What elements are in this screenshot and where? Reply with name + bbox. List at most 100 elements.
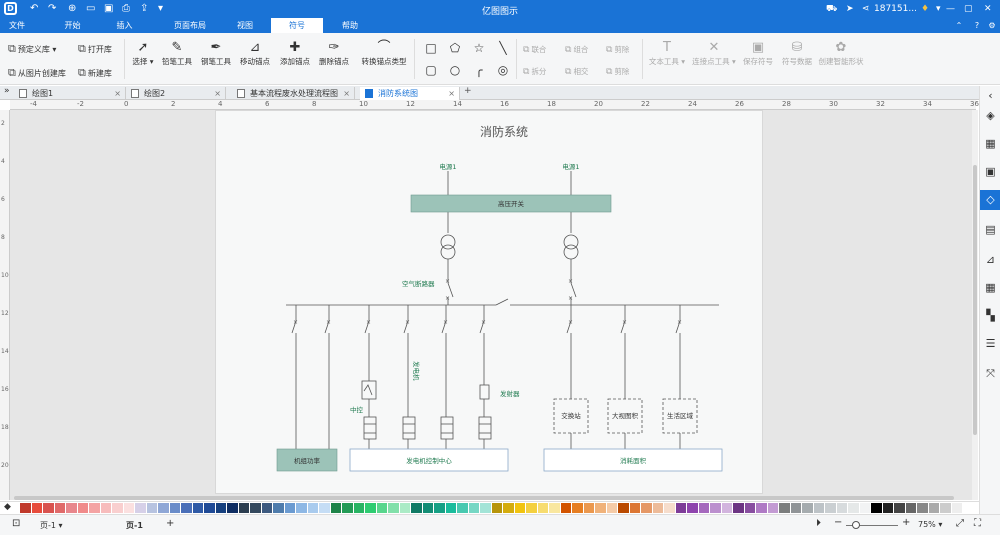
color-swatch[interactable] bbox=[595, 503, 606, 513]
color-swatch[interactable] bbox=[940, 503, 951, 513]
color-swatch[interactable] bbox=[618, 503, 629, 513]
combine-button[interactable]: ⧉ 组合 bbox=[565, 44, 588, 55]
color-swatch[interactable] bbox=[963, 503, 974, 513]
spiral-icon[interactable]: ◎ bbox=[496, 63, 510, 77]
color-swatch[interactable] bbox=[238, 503, 250, 513]
arc-icon[interactable]: ╭ bbox=[472, 63, 486, 77]
vip-icon[interactable]: ♦ bbox=[921, 3, 929, 15]
page-tab[interactable]: 页-1 bbox=[126, 520, 143, 531]
dropdown-icon[interactable]: ▾ bbox=[936, 3, 941, 15]
color-swatch[interactable] bbox=[181, 503, 192, 513]
color-swatch[interactable] bbox=[457, 503, 468, 513]
color-swatch[interactable] bbox=[307, 503, 319, 513]
color-swatch[interactable] bbox=[100, 503, 112, 513]
color-swatch[interactable] bbox=[434, 503, 445, 513]
color-swatch[interactable] bbox=[112, 503, 123, 513]
color-swatch[interactable] bbox=[135, 503, 146, 513]
color-swatch[interactable] bbox=[687, 503, 698, 513]
subtract2-button[interactable]: ⧉ 剪除 bbox=[606, 66, 629, 77]
color-swatch[interactable] bbox=[54, 503, 66, 513]
collapse-panel-icon[interactable]: » bbox=[4, 86, 10, 96]
color-swatch[interactable] bbox=[917, 503, 928, 513]
color-swatch[interactable] bbox=[526, 503, 537, 513]
color-swatch[interactable] bbox=[411, 503, 422, 513]
zoom-out-icon[interactable]: − bbox=[834, 517, 842, 528]
close-tab-icon[interactable]: × bbox=[114, 87, 121, 100]
color-swatch[interactable] bbox=[802, 503, 813, 513]
paint-bucket-icon[interactable]: ◆ bbox=[4, 502, 11, 512]
color-swatch[interactable] bbox=[664, 503, 675, 513]
color-swatch[interactable] bbox=[284, 503, 296, 513]
tab-fire-system[interactable]: 消防系统图 × bbox=[360, 87, 460, 100]
color-swatch[interactable] bbox=[848, 503, 859, 513]
move-anchor-button[interactable]: ⊿ 移动锚点 bbox=[238, 39, 272, 67]
color-swatch[interactable] bbox=[422, 503, 434, 513]
layers-icon[interactable]: ◇ bbox=[980, 190, 1000, 210]
color-swatch[interactable] bbox=[721, 503, 733, 513]
share-icon[interactable]: ⋖ bbox=[862, 3, 870, 15]
fit-page-icon[interactable]: ⤢ bbox=[956, 518, 964, 529]
color-swatch[interactable] bbox=[169, 503, 181, 513]
color-swatch[interactable] bbox=[353, 503, 365, 513]
color-swatch[interactable] bbox=[652, 503, 664, 513]
color-swatch[interactable] bbox=[273, 503, 284, 513]
intersect-button[interactable]: ⧉ 相交 bbox=[565, 66, 588, 77]
chevron-up-icon[interactable]: ⌃ bbox=[952, 18, 966, 33]
color-swatch[interactable] bbox=[388, 503, 399, 513]
color-swatch[interactable] bbox=[480, 503, 491, 513]
select-tool-button[interactable]: ➚ 选择 ▾ bbox=[126, 39, 160, 67]
color-swatch[interactable] bbox=[733, 503, 744, 513]
add-page-icon[interactable]: + bbox=[166, 518, 174, 529]
color-swatch[interactable] bbox=[583, 503, 595, 513]
color-swatch[interactable] bbox=[399, 503, 411, 513]
color-swatch[interactable] bbox=[882, 503, 894, 513]
grid-icon[interactable]: ▦ bbox=[980, 134, 1000, 154]
color-swatch[interactable] bbox=[606, 503, 618, 513]
menu-view[interactable]: 视图 bbox=[225, 18, 265, 33]
zoom-in-icon[interactable]: + bbox=[902, 517, 910, 528]
menu-file[interactable]: 文件 bbox=[0, 18, 34, 33]
color-swatch[interactable] bbox=[549, 503, 560, 513]
drawing-canvas[interactable]: × × × × × × × × × × × × × 消防系统 电源1 电源1 高压开关 空气断路器… bbox=[10, 110, 972, 500]
close-tab-icon[interactable]: × bbox=[214, 87, 221, 100]
color-swatch[interactable] bbox=[825, 503, 836, 513]
color-swatch[interactable] bbox=[779, 503, 790, 513]
color-swatch[interactable] bbox=[756, 503, 767, 513]
cart-icon[interactable]: ⛟ bbox=[826, 3, 837, 15]
color-swatch[interactable] bbox=[146, 503, 158, 513]
open-library-button[interactable]: ⧉ 打开库 bbox=[78, 42, 112, 56]
table-icon[interactable]: ▦ bbox=[980, 278, 1000, 298]
color-swatch[interactable] bbox=[89, 503, 100, 513]
diagram-page[interactable]: × × × × × × × × × × × × × 消防系统 电源1 电源1 高压开关 空气断路器… bbox=[215, 110, 763, 494]
color-swatch[interactable] bbox=[20, 503, 31, 513]
color-swatch[interactable] bbox=[204, 503, 215, 513]
new-library-button[interactable]: ⧉ 新建库 bbox=[78, 66, 112, 80]
color-swatch[interactable] bbox=[710, 503, 721, 513]
color-swatch[interactable] bbox=[31, 503, 42, 513]
add-tab-icon[interactable]: + bbox=[464, 86, 472, 96]
color-swatch[interactable] bbox=[445, 503, 457, 513]
image-icon[interactable]: ▣ bbox=[980, 162, 1000, 182]
page-icon[interactable]: ▤ bbox=[980, 220, 1000, 240]
zoom-level[interactable]: 75% ▾ bbox=[918, 520, 942, 529]
star-icon[interactable]: ☆ bbox=[472, 41, 486, 55]
color-swatch[interactable] bbox=[66, 503, 77, 513]
delete-anchor-button[interactable]: ✑ 删除锚点 bbox=[317, 39, 351, 67]
color-swatch[interactable] bbox=[227, 503, 238, 513]
image-library-button[interactable]: ⧉ 从图片创建库 bbox=[8, 66, 66, 80]
user-name[interactable]: 187151... bbox=[874, 3, 917, 15]
save-symbol-button[interactable]: ▣ 保存符号 bbox=[740, 39, 776, 67]
vertical-scrollbar[interactable] bbox=[972, 110, 978, 500]
color-swatch[interactable] bbox=[296, 503, 307, 513]
close-tab-icon[interactable]: × bbox=[343, 87, 350, 100]
smart-shape-button[interactable]: ✿ 创建智能形状 bbox=[817, 39, 865, 67]
menu-insert[interactable]: 插入 bbox=[102, 18, 147, 33]
settings-icon[interactable]: ⚙ bbox=[985, 18, 999, 33]
color-swatch[interactable] bbox=[813, 503, 825, 513]
maximize-icon[interactable]: ▢ bbox=[964, 3, 973, 15]
tab-wastewater-flowchart[interactable]: 基本流程废水处理流程图 × bbox=[232, 87, 355, 100]
color-swatch[interactable] bbox=[503, 503, 514, 513]
connection-tool-button[interactable]: ✕ 连接点工具 ▾ bbox=[690, 39, 738, 67]
color-swatch[interactable] bbox=[675, 503, 687, 513]
color-swatch[interactable] bbox=[77, 503, 89, 513]
